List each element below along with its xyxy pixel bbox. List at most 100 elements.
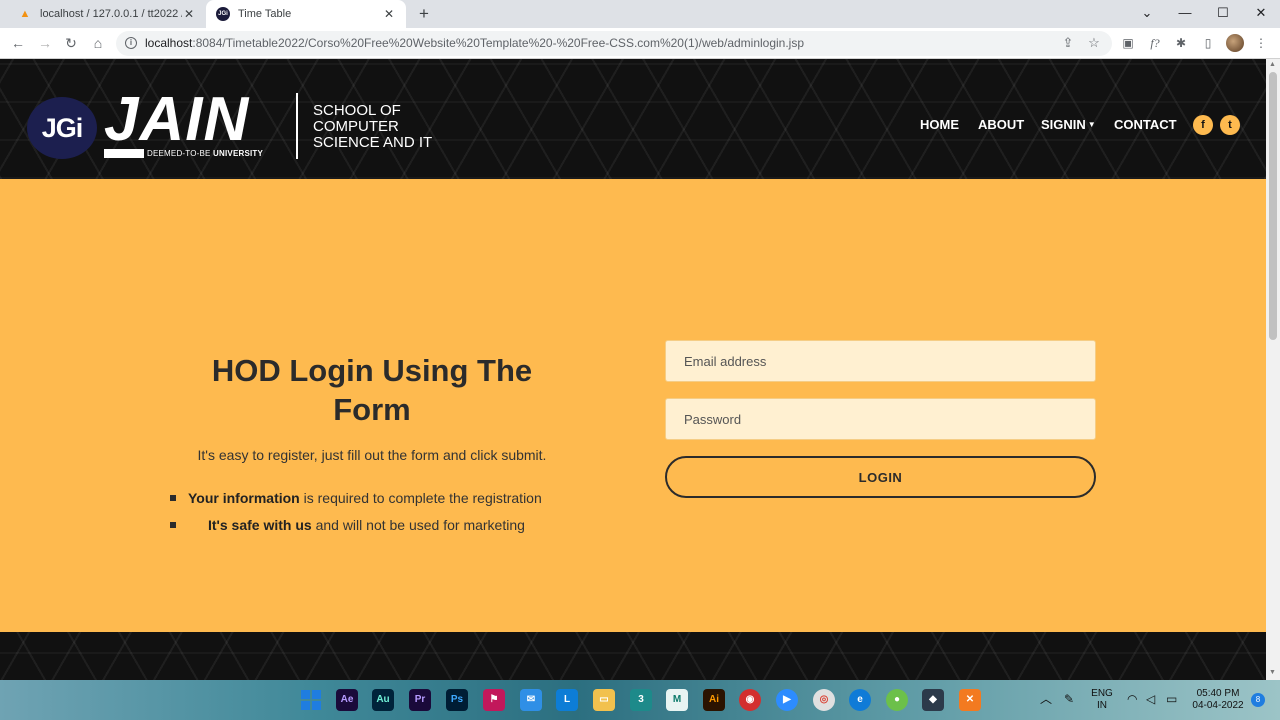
list-item-rest: is required to complete the registration <box>299 490 542 506</box>
illustrator-icon[interactable]: Ai <box>703 689 725 711</box>
bullet-square-icon <box>170 495 176 501</box>
minimize-button[interactable]: — <box>1166 0 1204 28</box>
close-icon[interactable]: ✕ <box>382 7 396 21</box>
3d-viewer-icon[interactable]: 3 <box>630 689 652 711</box>
back-arrow-icon[interactable]: ← <box>8 33 28 53</box>
nav-signin-label: SIGNIN <box>1041 117 1086 132</box>
tab-time-table[interactable]: JGi Time Table ✕ <box>206 0 406 28</box>
close-icon[interactable]: ✕ <box>182 7 196 21</box>
home-icon[interactable]: ⌂ <box>88 33 108 53</box>
jgi-favicon-icon: JGi <box>216 7 230 21</box>
chevron-up-icon[interactable]: ︿ <box>1040 693 1052 705</box>
side-panel-icon[interactable]: ▯ <box>1199 34 1217 52</box>
formula-extension-icon[interactable]: f? <box>1146 34 1164 52</box>
logo-tag-bold: UNIVERSITY <box>213 148 264 158</box>
url-host: localhost <box>145 36 193 50</box>
maximize-button[interactable]: ☐ <box>1204 0 1242 28</box>
list-item-text: Your information is required to complete… <box>188 489 542 507</box>
tab-phpmyadmin[interactable]: ▲ localhost / 127.0.0.1 / tt2022 / fa ✕ <box>8 0 206 28</box>
page-subtitle: It's easy to register, just fill out the… <box>197 447 547 463</box>
url-text[interactable]: localhost:8084/Timetable2022/Corso%20Fre… <box>145 36 804 50</box>
nav-contact[interactable]: CONTACT <box>1114 117 1177 132</box>
battery-icon[interactable]: ▭ <box>1166 693 1177 705</box>
list-item: Your information is required to complete… <box>170 489 590 516</box>
file-explorer-icon[interactable]: ▭ <box>593 689 615 711</box>
windows-taskbar: Ae Au Pr Ps ⚑ ✉ L ▭ 3 M Ai ◉ ▶ ◎ e ● ◆ ✕… <box>0 680 1280 720</box>
twitter-icon[interactable]: t <box>1220 115 1240 135</box>
reload-icon[interactable]: ↻ <box>61 33 81 53</box>
school-line: SCIENCE AND IT <box>313 134 433 151</box>
jgi-logo-badge[interactable]: JGi <box>27 97 97 159</box>
forward-arrow-icon[interactable]: → <box>35 33 55 53</box>
school-line: COMPUTER <box>313 118 399 135</box>
facebook-icon[interactable]: f <box>1193 115 1213 135</box>
windows-start-icon[interactable] <box>300 689 322 711</box>
clock-time: 05:40 PM <box>1196 688 1240 699</box>
list-item-text: It's safe with us and will not be used f… <box>208 516 525 534</box>
login-button[interactable]: LOGIN <box>665 456 1096 498</box>
l-app-icon[interactable]: L <box>556 689 578 711</box>
volume-icon[interactable]: ◁ <box>1146 693 1155 705</box>
email-field[interactable] <box>665 340 1096 382</box>
maya-icon[interactable]: M <box>666 689 688 711</box>
virtualbox-icon[interactable]: ◆ <box>922 689 944 711</box>
list-item-bold: It's safe with us <box>208 517 312 533</box>
logo-tag-plain: DEEMED-TO-BE <box>147 148 211 158</box>
site-footer <box>0 632 1266 680</box>
chrome-icon[interactable]: ◎ <box>813 689 835 711</box>
scroll-up-icon[interactable]: ▲ <box>1269 61 1276 68</box>
address-bar[interactable]: i localhost:8084/Timetable2022/Corso%20F… <box>116 31 1112 56</box>
window-close-button[interactable]: ✕ <box>1242 0 1280 28</box>
phpmyadmin-icon: ▲ <box>19 8 31 20</box>
scrollbar-thumb[interactable] <box>1269 72 1277 340</box>
url-path: :8084/Timetable2022/Corso%20Free%20Websi… <box>192 36 805 50</box>
region-code: IN <box>1097 700 1107 711</box>
language-code: ENG <box>1091 688 1113 699</box>
list-item-bold: Your information <box>188 490 300 506</box>
logo-tagline: DEEMED-TO-BE UNIVERSITY <box>104 148 263 158</box>
nav-home[interactable]: HOME <box>920 117 959 132</box>
jain-logo-wordmark[interactable]: JAIN <box>104 85 249 155</box>
clock[interactable]: 05:40 PM 04-04-2022 <box>1188 688 1248 712</box>
tab-label: localhost / 127.0.0.1 / tt2022 / fa <box>40 8 182 20</box>
info-list: Your information is required to complete… <box>170 489 590 543</box>
info-icon[interactable]: i <box>125 37 137 49</box>
xampp-icon[interactable]: ✕ <box>959 689 981 711</box>
puzzle-icon[interactable]: ✱ <box>1172 34 1190 52</box>
chevron-down-icon[interactable]: ⌄ <box>1128 0 1166 28</box>
logo-tag-text: DEEMED-TO-BE UNIVERSITY <box>147 149 263 158</box>
green-app-icon[interactable]: ● <box>886 689 908 711</box>
profile-avatar[interactable] <box>1226 34 1244 52</box>
nav-about[interactable]: ABOUT <box>978 117 1024 132</box>
more-menu-icon[interactable]: ⋮ <box>1252 34 1270 52</box>
notification-badge[interactable]: 8 <box>1251 693 1265 707</box>
school-line: SCHOOL OF <box>313 102 401 119</box>
wifi-icon[interactable]: ◠ <box>1127 693 1137 705</box>
password-field[interactable] <box>665 398 1096 440</box>
page-scrollbar[interactable]: ▲ ▼ <box>1266 59 1280 680</box>
pen-icon[interactable]: ✎ <box>1064 693 1074 705</box>
extension-icon[interactable]: ▣ <box>1119 34 1137 52</box>
site-header: JGi JAIN DEEMED-TO-BE UNIVERSITY SCHOOL … <box>0 59 1266 179</box>
page-viewport: JGi JAIN DEEMED-TO-BE UNIVERSITY SCHOOL … <box>0 59 1266 680</box>
edge-icon[interactable]: e <box>849 689 871 711</box>
photoshop-icon[interactable]: Ps <box>446 689 468 711</box>
bullet-square-icon <box>170 522 176 528</box>
nav-signin[interactable]: SIGNIN ▼ <box>1041 117 1096 132</box>
media-app-icon[interactable]: ◉ <box>739 689 761 711</box>
after-effects-icon[interactable]: Ae <box>336 689 358 711</box>
zoom-icon[interactable]: ▶ <box>776 689 798 711</box>
scroll-down-icon[interactable]: ▼ <box>1269 669 1276 676</box>
language-indicator[interactable]: ENG IN <box>1090 688 1114 712</box>
bookmark-star-icon[interactable]: ☆ <box>1086 35 1102 51</box>
browser-tab-strip: ▲ localhost / 127.0.0.1 / tt2022 / fa ✕ … <box>0 0 1280 28</box>
share-icon[interactable]: ⇪ <box>1060 35 1076 51</box>
forza-icon[interactable]: ⚑ <box>483 689 505 711</box>
new-tab-button[interactable]: + <box>414 4 434 24</box>
list-item: It's safe with us and will not be used f… <box>170 516 590 543</box>
browser-toolbar: ← → ↻ ⌂ i localhost:8084/Timetable2022/C… <box>0 28 1280 59</box>
premiere-icon[interactable]: Pr <box>409 689 431 711</box>
list-item-rest: and will not be used for marketing <box>311 517 525 533</box>
mail-icon[interactable]: ✉ <box>520 689 542 711</box>
audition-icon[interactable]: Au <box>372 689 394 711</box>
